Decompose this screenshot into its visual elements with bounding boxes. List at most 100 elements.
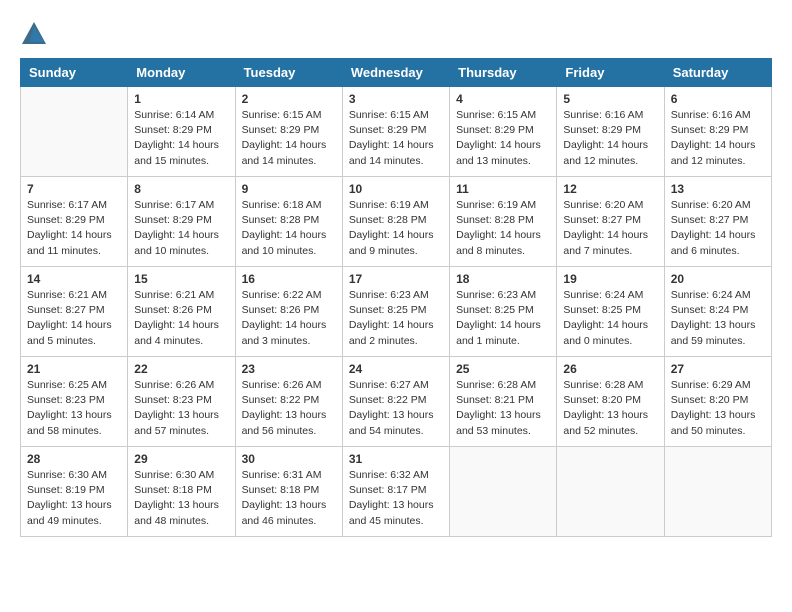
- calendar-cell: 22 Sunrise: 6:26 AM Sunset: 8:23 PM Dayl…: [128, 357, 235, 447]
- day-number: 4: [456, 92, 550, 106]
- calendar-cell: 14 Sunrise: 6:21 AM Sunset: 8:27 PM Dayl…: [21, 267, 128, 357]
- day-number: 10: [349, 182, 443, 196]
- calendar-cell: [21, 87, 128, 177]
- day-info: Sunrise: 6:17 AM Sunset: 8:29 PM Dayligh…: [134, 198, 228, 259]
- day-number: 2: [242, 92, 336, 106]
- calendar-cell: 25 Sunrise: 6:28 AM Sunset: 8:21 PM Dayl…: [450, 357, 557, 447]
- day-info: Sunrise: 6:28 AM Sunset: 8:20 PM Dayligh…: [563, 378, 657, 439]
- calendar-cell: 13 Sunrise: 6:20 AM Sunset: 8:27 PM Dayl…: [664, 177, 771, 267]
- page-header: [20, 20, 772, 48]
- day-number: 21: [27, 362, 121, 376]
- calendar-cell: 9 Sunrise: 6:18 AM Sunset: 8:28 PM Dayli…: [235, 177, 342, 267]
- column-header-saturday: Saturday: [664, 59, 771, 87]
- calendar-cell: 18 Sunrise: 6:23 AM Sunset: 8:25 PM Dayl…: [450, 267, 557, 357]
- calendar-cell: 31 Sunrise: 6:32 AM Sunset: 8:17 PM Dayl…: [342, 447, 449, 537]
- day-number: 31: [349, 452, 443, 466]
- logo: [20, 20, 50, 48]
- calendar-cell: [450, 447, 557, 537]
- day-info: Sunrise: 6:15 AM Sunset: 8:29 PM Dayligh…: [242, 108, 336, 169]
- day-info: Sunrise: 6:20 AM Sunset: 8:27 PM Dayligh…: [563, 198, 657, 259]
- calendar-cell: [664, 447, 771, 537]
- day-number: 13: [671, 182, 765, 196]
- calendar-cell: 29 Sunrise: 6:30 AM Sunset: 8:18 PM Dayl…: [128, 447, 235, 537]
- day-info: Sunrise: 6:31 AM Sunset: 8:18 PM Dayligh…: [242, 468, 336, 529]
- day-info: Sunrise: 6:17 AM Sunset: 8:29 PM Dayligh…: [27, 198, 121, 259]
- column-header-friday: Friday: [557, 59, 664, 87]
- day-number: 29: [134, 452, 228, 466]
- calendar-cell: 17 Sunrise: 6:23 AM Sunset: 8:25 PM Dayl…: [342, 267, 449, 357]
- day-info: Sunrise: 6:15 AM Sunset: 8:29 PM Dayligh…: [456, 108, 550, 169]
- calendar-week-4: 21 Sunrise: 6:25 AM Sunset: 8:23 PM Dayl…: [21, 357, 772, 447]
- calendar-cell: 3 Sunrise: 6:15 AM Sunset: 8:29 PM Dayli…: [342, 87, 449, 177]
- calendar-cell: 1 Sunrise: 6:14 AM Sunset: 8:29 PM Dayli…: [128, 87, 235, 177]
- calendar-week-3: 14 Sunrise: 6:21 AM Sunset: 8:27 PM Dayl…: [21, 267, 772, 357]
- calendar-cell: 6 Sunrise: 6:16 AM Sunset: 8:29 PM Dayli…: [664, 87, 771, 177]
- logo-icon: [20, 20, 48, 48]
- day-number: 17: [349, 272, 443, 286]
- day-number: 7: [27, 182, 121, 196]
- calendar-cell: 24 Sunrise: 6:27 AM Sunset: 8:22 PM Dayl…: [342, 357, 449, 447]
- day-info: Sunrise: 6:27 AM Sunset: 8:22 PM Dayligh…: [349, 378, 443, 439]
- calendar-table: SundayMondayTuesdayWednesdayThursdayFrid…: [20, 58, 772, 537]
- day-number: 11: [456, 182, 550, 196]
- day-number: 26: [563, 362, 657, 376]
- day-number: 30: [242, 452, 336, 466]
- day-info: Sunrise: 6:21 AM Sunset: 8:27 PM Dayligh…: [27, 288, 121, 349]
- day-info: Sunrise: 6:18 AM Sunset: 8:28 PM Dayligh…: [242, 198, 336, 259]
- day-number: 16: [242, 272, 336, 286]
- calendar-cell: 20 Sunrise: 6:24 AM Sunset: 8:24 PM Dayl…: [664, 267, 771, 357]
- calendar-cell: 11 Sunrise: 6:19 AM Sunset: 8:28 PM Dayl…: [450, 177, 557, 267]
- calendar-cell: 21 Sunrise: 6:25 AM Sunset: 8:23 PM Dayl…: [21, 357, 128, 447]
- day-info: Sunrise: 6:21 AM Sunset: 8:26 PM Dayligh…: [134, 288, 228, 349]
- day-info: Sunrise: 6:19 AM Sunset: 8:28 PM Dayligh…: [456, 198, 550, 259]
- day-number: 1: [134, 92, 228, 106]
- day-number: 20: [671, 272, 765, 286]
- day-number: 8: [134, 182, 228, 196]
- day-info: Sunrise: 6:16 AM Sunset: 8:29 PM Dayligh…: [671, 108, 765, 169]
- day-info: Sunrise: 6:25 AM Sunset: 8:23 PM Dayligh…: [27, 378, 121, 439]
- day-info: Sunrise: 6:20 AM Sunset: 8:27 PM Dayligh…: [671, 198, 765, 259]
- day-info: Sunrise: 6:16 AM Sunset: 8:29 PM Dayligh…: [563, 108, 657, 169]
- column-header-sunday: Sunday: [21, 59, 128, 87]
- calendar-cell: 30 Sunrise: 6:31 AM Sunset: 8:18 PM Dayl…: [235, 447, 342, 537]
- calendar-cell: 26 Sunrise: 6:28 AM Sunset: 8:20 PM Dayl…: [557, 357, 664, 447]
- column-header-wednesday: Wednesday: [342, 59, 449, 87]
- day-info: Sunrise: 6:29 AM Sunset: 8:20 PM Dayligh…: [671, 378, 765, 439]
- calendar-cell: 27 Sunrise: 6:29 AM Sunset: 8:20 PM Dayl…: [664, 357, 771, 447]
- day-info: Sunrise: 6:32 AM Sunset: 8:17 PM Dayligh…: [349, 468, 443, 529]
- calendar-header-row: SundayMondayTuesdayWednesdayThursdayFrid…: [21, 59, 772, 87]
- calendar-week-2: 7 Sunrise: 6:17 AM Sunset: 8:29 PM Dayli…: [21, 177, 772, 267]
- calendar-cell: 12 Sunrise: 6:20 AM Sunset: 8:27 PM Dayl…: [557, 177, 664, 267]
- day-number: 5: [563, 92, 657, 106]
- day-info: Sunrise: 6:23 AM Sunset: 8:25 PM Dayligh…: [349, 288, 443, 349]
- calendar-cell: 23 Sunrise: 6:26 AM Sunset: 8:22 PM Dayl…: [235, 357, 342, 447]
- day-number: 14: [27, 272, 121, 286]
- day-number: 6: [671, 92, 765, 106]
- day-number: 27: [671, 362, 765, 376]
- calendar-cell: 15 Sunrise: 6:21 AM Sunset: 8:26 PM Dayl…: [128, 267, 235, 357]
- day-info: Sunrise: 6:30 AM Sunset: 8:19 PM Dayligh…: [27, 468, 121, 529]
- calendar-cell: 2 Sunrise: 6:15 AM Sunset: 8:29 PM Dayli…: [235, 87, 342, 177]
- day-info: Sunrise: 6:26 AM Sunset: 8:23 PM Dayligh…: [134, 378, 228, 439]
- calendar-week-1: 1 Sunrise: 6:14 AM Sunset: 8:29 PM Dayli…: [21, 87, 772, 177]
- day-number: 23: [242, 362, 336, 376]
- day-info: Sunrise: 6:24 AM Sunset: 8:25 PM Dayligh…: [563, 288, 657, 349]
- day-number: 12: [563, 182, 657, 196]
- calendar-cell: 4 Sunrise: 6:15 AM Sunset: 8:29 PM Dayli…: [450, 87, 557, 177]
- column-header-monday: Monday: [128, 59, 235, 87]
- day-number: 19: [563, 272, 657, 286]
- day-number: 3: [349, 92, 443, 106]
- day-info: Sunrise: 6:28 AM Sunset: 8:21 PM Dayligh…: [456, 378, 550, 439]
- day-info: Sunrise: 6:30 AM Sunset: 8:18 PM Dayligh…: [134, 468, 228, 529]
- day-number: 9: [242, 182, 336, 196]
- day-number: 18: [456, 272, 550, 286]
- calendar-week-5: 28 Sunrise: 6:30 AM Sunset: 8:19 PM Dayl…: [21, 447, 772, 537]
- calendar-cell: 7 Sunrise: 6:17 AM Sunset: 8:29 PM Dayli…: [21, 177, 128, 267]
- day-info: Sunrise: 6:19 AM Sunset: 8:28 PM Dayligh…: [349, 198, 443, 259]
- day-number: 15: [134, 272, 228, 286]
- day-number: 22: [134, 362, 228, 376]
- day-number: 24: [349, 362, 443, 376]
- calendar-cell: 5 Sunrise: 6:16 AM Sunset: 8:29 PM Dayli…: [557, 87, 664, 177]
- column-header-tuesday: Tuesday: [235, 59, 342, 87]
- calendar-cell: 28 Sunrise: 6:30 AM Sunset: 8:19 PM Dayl…: [21, 447, 128, 537]
